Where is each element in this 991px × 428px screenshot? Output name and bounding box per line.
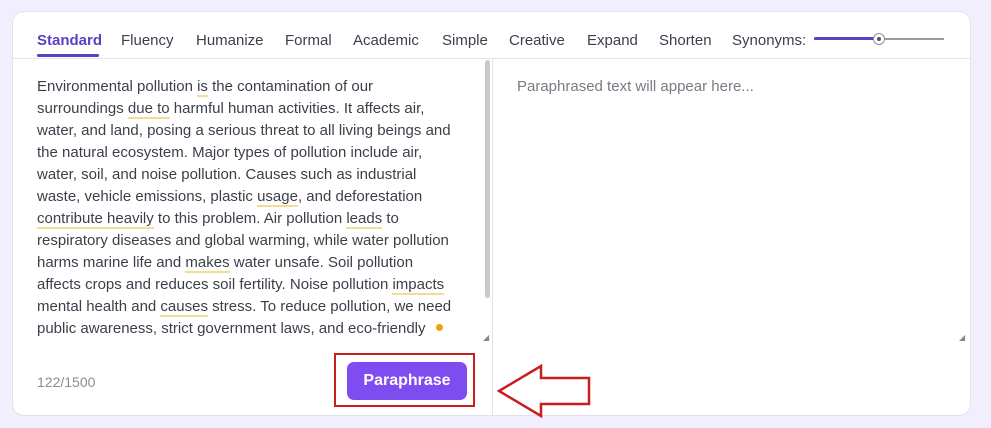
text-segment: waste, vehicle emissions, plastic [37, 188, 258, 205]
tab-fluency[interactable]: Fluency [121, 32, 174, 49]
text-segment: harms marine life and [37, 254, 186, 271]
tab-standard[interactable]: Standard [37, 32, 102, 49]
status-dot-icon [435, 324, 443, 331]
text-segment: water, and land, posing a serious threat… [37, 122, 451, 139]
text-segment: to [382, 210, 399, 227]
text-segment: water, soil, and noise pollution. Causes… [37, 166, 417, 183]
text-segment: water unsafe. Soil pollution [229, 254, 414, 271]
word-counter: 122/1500 [37, 374, 96, 390]
suggested-word[interactable]: is [197, 78, 208, 97]
text-line: Environmental pollution is the contamina… [37, 76, 467, 98]
pane-divider [492, 59, 493, 416]
text-segment: the contamination of our [207, 78, 374, 95]
text-line: waste, vehicle emissions, plastic usage,… [37, 186, 467, 208]
text-line: respiratory diseases and global warming,… [37, 230, 467, 252]
resize-handle-icon[interactable]: ◢ [483, 333, 489, 342]
active-tab-indicator [37, 54, 99, 57]
suggested-word[interactable]: makes [185, 254, 230, 273]
text-line: surroundings due to harmful human activi… [37, 98, 467, 120]
text-segment: Environmental pollution [37, 78, 198, 95]
text-segment: respiratory diseases and global warming,… [37, 232, 449, 249]
tab-shorten[interactable]: Shorten [659, 32, 712, 49]
slider-fill [814, 37, 879, 40]
text-line: public awareness, strict government laws… [37, 318, 467, 340]
text-segment: harmful human activities. It affects air… [169, 100, 425, 117]
text-line: the natural ecosystem. Major types of po… [37, 142, 467, 164]
tab-expand[interactable]: Expand [587, 32, 638, 49]
text-segment: public awareness, strict government laws… [37, 320, 426, 337]
tab-creative[interactable]: Creative [509, 32, 565, 49]
suggested-word[interactable]: leads [346, 210, 383, 229]
paraphrase-button[interactable]: Paraphrase [347, 362, 467, 400]
text-line: mental health and causes stress. To redu… [37, 296, 467, 318]
output-textarea[interactable]: Paraphrased text will appear here... [517, 76, 754, 98]
synonyms-label: Synonyms: [732, 32, 807, 49]
text-segment: to this problem. Air pollution [153, 210, 347, 227]
suggested-word[interactable]: impacts [392, 276, 445, 295]
input-textarea[interactable]: Environmental pollution is the contamina… [37, 76, 467, 340]
annotation-arrow-icon [497, 364, 591, 418]
tab-simple[interactable]: Simple [442, 32, 488, 49]
synonyms-slider[interactable] [814, 32, 944, 46]
text-line: water, soil, and noise pollution. Causes… [37, 164, 467, 186]
text-segment: , and deforestation [297, 188, 423, 205]
text-line: affects crops and reduces soil fertility… [37, 274, 467, 296]
input-scrollbar[interactable] [485, 60, 490, 298]
slider-thumb[interactable] [873, 33, 885, 45]
tab-academic[interactable]: Academic [353, 32, 419, 49]
text-segment: mental health and [37, 298, 161, 315]
tab-formal[interactable]: Formal [285, 32, 332, 49]
text-segment: stress. To reduce pollution, we need [207, 298, 452, 315]
suggested-word[interactable]: usage [257, 188, 298, 207]
suggested-word[interactable]: contribute heavily [37, 210, 154, 229]
suggested-word[interactable]: due to [127, 100, 170, 119]
paraphraser-card: Standard Fluency Humanize Formal Academi… [12, 11, 971, 418]
text-line: contribute heavily to this problem. Air … [37, 208, 467, 230]
text-line: harms marine life and makes water unsafe… [37, 252, 467, 274]
suggested-word[interactable]: causes [160, 298, 208, 317]
text-segment: the natural ecosystem. Major types of po… [37, 144, 423, 161]
text-segment: affects crops and reduces soil fertility… [37, 276, 393, 293]
mode-tabs: Standard Fluency Humanize Formal Academi… [13, 12, 970, 59]
resize-handle-icon[interactable]: ◢ [959, 333, 965, 342]
text-line: water, and land, posing a serious threat… [37, 120, 467, 142]
tab-humanize[interactable]: Humanize [196, 32, 264, 49]
text-segment: surroundings [37, 100, 128, 117]
